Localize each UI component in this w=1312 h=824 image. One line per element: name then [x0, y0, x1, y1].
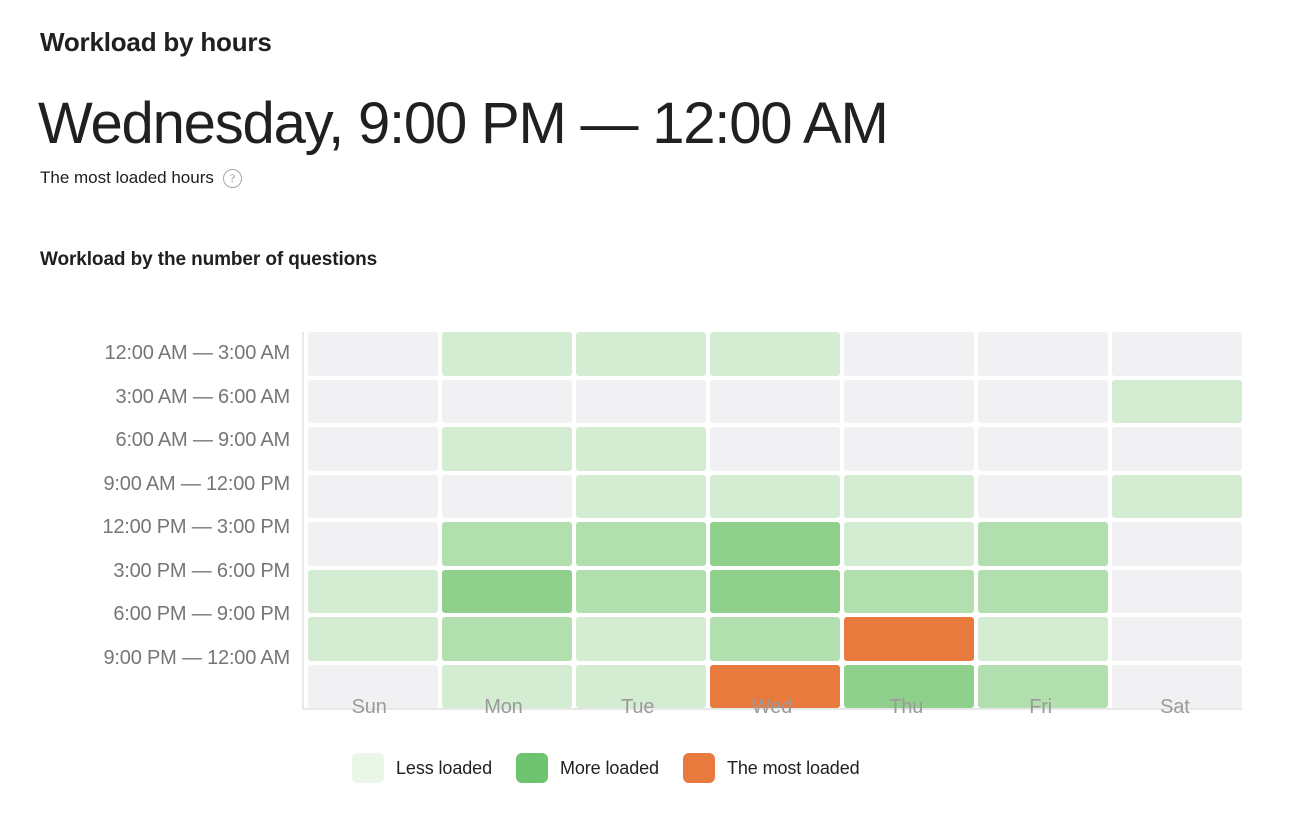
heatmap-column-label: Tue — [621, 696, 655, 718]
heatmap-row-label: 9:00 PM — 12:00 AM — [103, 646, 291, 669]
legend-swatch — [352, 753, 384, 783]
page-eyebrow: Workload by hours — [40, 27, 272, 57]
page-subtitle: The most loaded hours — [40, 168, 214, 187]
page-title: Wednesday, 9:00 PM — 12:00 AM — [38, 91, 889, 156]
legend-item: Less loaded — [352, 753, 492, 783]
heatmap-cell[interactable] — [844, 522, 974, 566]
heatmap-cell[interactable] — [1112, 427, 1242, 471]
heatmap-grid — [308, 332, 1242, 708]
legend-label: The most loaded — [726, 757, 860, 778]
heatmap-cell[interactable] — [710, 569, 840, 613]
heatmap-cell[interactable] — [576, 617, 706, 661]
heatmap-row-label: 12:00 AM — 3:00 AM — [104, 342, 291, 364]
heatmap-cell[interactable] — [576, 474, 706, 518]
heatmap-cell[interactable] — [576, 332, 706, 376]
legend-label: Less loaded — [396, 757, 492, 778]
heatmap-column-label: Sun — [351, 696, 387, 718]
heatmap-legend: Less loaded More loaded The most loaded — [352, 753, 860, 783]
heatmap-cell[interactable] — [576, 569, 706, 613]
heatmap-cell[interactable] — [442, 522, 572, 566]
heatmap-cell[interactable] — [308, 569, 438, 613]
heatmap-column-label: Wed — [751, 696, 793, 718]
workload-heatmap-chart: 12:00 AM — 3:00 AM 3:00 AM — 6:00 AM 6:00 … — [0, 332, 1312, 718]
heatmap-cell[interactable] — [1112, 332, 1242, 376]
heatmap-cell[interactable] — [1112, 474, 1242, 518]
heatmap-column-label: Mon — [484, 696, 523, 718]
heatmap-cell[interactable] — [978, 617, 1108, 661]
heatmap-cell[interactable] — [1112, 569, 1242, 613]
heatmap-cell[interactable] — [308, 427, 438, 471]
heatmap-cell[interactable] — [576, 522, 706, 566]
heatmap-cell[interactable] — [978, 569, 1108, 613]
heatmap-cell[interactable] — [710, 379, 840, 423]
heatmap-cell[interactable] — [308, 474, 438, 518]
legend-swatch — [515, 753, 548, 783]
heatmap-cell[interactable] — [710, 427, 840, 471]
heatmap-row-label: 12:00 PM — 3:00 PM — [102, 516, 290, 538]
heatmap-cell[interactable] — [710, 474, 840, 518]
heatmap-cell[interactable] — [442, 569, 572, 613]
heatmap-grid-area — [302, 332, 1242, 710]
subtitle-row: The most loaded hours ? — [40, 166, 242, 190]
help-circle-icon[interactable]: ? — [222, 168, 242, 188]
heatmap-cell[interactable] — [978, 474, 1108, 518]
heatmap-cell[interactable] — [308, 379, 438, 423]
heatmap-cell[interactable] — [978, 379, 1108, 423]
heatmap-row-labels: 12:00 AM — 3:00 AM 3:00 AM — 6:00 AM 6:00 … — [0, 332, 302, 710]
heatmap-body: 12:00 AM — 3:00 AM 3:00 AM — 6:00 AM 6:00 … — [0, 332, 1312, 710]
heatmap-cell[interactable] — [844, 332, 974, 376]
legend-item: The most loaded — [682, 753, 860, 783]
heatmap-cell[interactable] — [576, 427, 706, 471]
heatmap-cell[interactable] — [978, 332, 1108, 376]
heatmap-cell[interactable] — [576, 379, 706, 423]
heatmap-row-label: 3:00 PM — 6:00 PM — [113, 559, 290, 582]
heatmap-cell[interactable] — [844, 569, 974, 613]
heatmap-cell[interactable] — [710, 332, 840, 376]
heatmap-cell[interactable] — [442, 617, 572, 661]
heatmap-row-label: 9:00 AM — 12:00 PM — [103, 472, 291, 495]
heatmap-cell[interactable] — [844, 379, 974, 423]
heatmap-row-label: 6:00 AM — 9:00 AM — [115, 429, 291, 451]
heatmap-cell[interactable] — [844, 617, 974, 661]
heatmap-cell[interactable] — [308, 522, 438, 566]
heatmap-row-label: 6:00 PM — 9:00 PM — [113, 603, 290, 625]
legend-item: More loaded — [515, 753, 659, 783]
heatmap-cell[interactable] — [1112, 379, 1242, 423]
heatmap-cell[interactable] — [442, 474, 572, 518]
heatmap-cell[interactable] — [442, 379, 572, 423]
heatmap-column-label: Fri — [1029, 696, 1052, 718]
section-title: Workload by the number of questions — [40, 249, 378, 270]
heatmap-cell[interactable] — [442, 332, 572, 376]
heatmap-cell[interactable] — [978, 522, 1108, 566]
heatmap-cell[interactable] — [1112, 617, 1242, 661]
legend-swatch — [682, 753, 715, 783]
heatmap-cell[interactable] — [710, 617, 840, 661]
heatmap-cell[interactable] — [1112, 522, 1242, 566]
heatmap-cell[interactable] — [308, 617, 438, 661]
heatmap-column-label: Sat — [1160, 696, 1190, 718]
workload-by-hours-page: Workload by hours Wednesday, 9:00 PM — 1… — [0, 0, 1312, 824]
heatmap-cell[interactable] — [442, 427, 572, 471]
heatmap-cell[interactable] — [844, 427, 974, 471]
heatmap-column-labels: Sun Mon Tue Wed Thu Fri Sat — [302, 692, 1242, 722]
heatmap-row-label: 3:00 AM — 6:00 AM — [115, 385, 291, 408]
heatmap-cell[interactable] — [844, 474, 974, 518]
heatmap-cell[interactable] — [308, 332, 438, 376]
legend-label: More loaded — [559, 757, 659, 778]
heatmap-column-label: Thu — [889, 696, 924, 718]
heatmap-cell[interactable] — [710, 522, 840, 566]
heatmap-cell[interactable] — [978, 427, 1108, 471]
